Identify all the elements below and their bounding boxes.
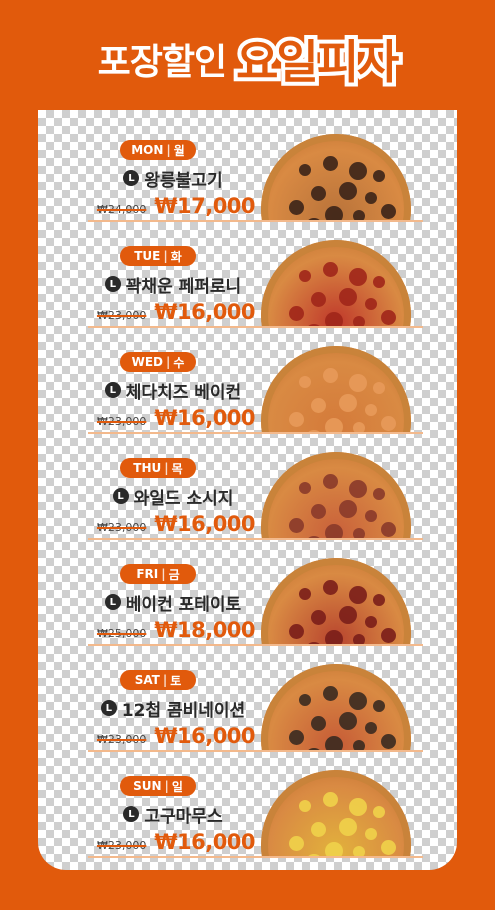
menu-item: TUE | 화 L 꽉채운 페퍼로니 ₩23,000 ₩16,000 (38, 228, 457, 328)
pizza-name: 와일드 소시지 (133, 488, 234, 509)
size-l-icon: L (123, 806, 140, 822)
day-badge: THU | 목 (120, 458, 196, 478)
menu-item: SAT | 토 L 12첩 콤비네이션 ₩23,000 ₩16,000 (38, 652, 457, 752)
old-price: ₩23,000 (96, 415, 147, 428)
day-separator: | (164, 461, 169, 475)
day-badge: SAT | 토 (120, 670, 196, 690)
day-badge: TUE | 화 (120, 246, 196, 266)
size-l-icon: L (104, 276, 121, 292)
pepperoni-pizza-icon (261, 240, 411, 328)
day-en: MON (131, 143, 164, 157)
day-ko: 수 (173, 355, 185, 370)
price-line: ₩23,000 ₩16,000 (86, 300, 266, 326)
new-price: ₩16,000 (154, 512, 256, 536)
row-divider (88, 538, 423, 540)
day-ko: 금 (168, 567, 180, 582)
day-separator: | (166, 143, 171, 157)
day-en: SAT (134, 673, 160, 687)
pizza-name-line: L 왕릉불고기 (88, 166, 258, 191)
pizza-name: 베이컨 포테이토 (125, 594, 242, 615)
price-line: ₩23,000 ₩16,000 (86, 830, 266, 856)
new-price: ₩16,000 (154, 300, 256, 324)
new-price: ₩16,000 (154, 406, 256, 430)
sausage-pizza-icon (261, 452, 411, 540)
new-price: ₩17,000 (154, 194, 256, 218)
old-price: ₩23,000 (96, 733, 147, 746)
day-badge: SUN | 일 (120, 776, 196, 796)
day-separator: | (164, 779, 169, 793)
price-line: ₩25,000 ₩18,000 (86, 618, 266, 644)
bulgogi-pizza-icon (261, 134, 411, 222)
size-l-icon: L (104, 382, 121, 398)
day-en: WED (131, 355, 163, 369)
price-line: ₩23,000 ₩16,000 (86, 512, 266, 538)
pizza-name: 12첩 콤비네이션 (121, 700, 246, 721)
old-price: ₩24,000 (96, 203, 147, 216)
day-separator: | (161, 567, 166, 581)
sweet-potato-pizza-icon (261, 770, 411, 858)
pizza-name-line: L 체다치즈 베이컨 (88, 378, 258, 403)
day-ko: 화 (170, 249, 182, 264)
size-l-icon: L (112, 488, 129, 504)
row-divider (88, 326, 423, 328)
price-line: ₩23,000 ₩16,000 (86, 406, 266, 432)
pizza-name: 꽉채운 페퍼로니 (125, 276, 242, 297)
day-separator: | (165, 355, 171, 369)
day-en: SUN (133, 779, 162, 793)
pizza-name-line: L 베이컨 포테이토 (88, 590, 258, 615)
price-line: ₩24,000 ₩17,000 (86, 194, 266, 220)
size-l-icon: L (104, 594, 121, 610)
day-en: FRI (136, 567, 159, 581)
menu-item: FRI | 금 L 베이컨 포테이토 ₩25,000 ₩18,000 (38, 546, 457, 646)
price-line: ₩23,000 ₩16,000 (86, 724, 266, 750)
menu-item: THU | 목 L 와일드 소시지 ₩23,000 ₩16,000 (38, 440, 457, 540)
day-badge: WED | 수 (120, 352, 196, 372)
pizza-name-line: L 와일드 소시지 (88, 484, 258, 509)
title-takeout-discount: 포장할인 (97, 42, 227, 83)
pizza-name: 왕릉불고기 (144, 170, 223, 191)
day-separator: | (162, 673, 168, 687)
menu-item: SUN | 일 L 고구마무스 ₩23,000 ₩16,000 (38, 758, 457, 858)
pizza-name-line: L 12첩 콤비네이션 (88, 696, 258, 721)
row-divider (88, 432, 423, 434)
row-divider (88, 644, 423, 646)
size-l-icon: L (100, 700, 117, 716)
day-en: THU (133, 461, 162, 475)
size-l-icon: L (123, 170, 140, 186)
title-day-pizza: 요일피자 (232, 31, 403, 93)
day-ko: 월 (173, 143, 185, 158)
new-price: ₩16,000 (154, 724, 256, 748)
row-divider (88, 856, 423, 858)
old-price: ₩23,000 (96, 521, 147, 534)
old-price: ₩25,000 (96, 627, 147, 640)
day-badge: FRI | 금 (120, 564, 196, 584)
bacon-pizza-icon (261, 346, 411, 434)
old-price: ₩23,000 (96, 839, 147, 852)
page-title: 포장할인 요일피자 (0, 24, 495, 94)
day-badge: MON | 월 (120, 140, 196, 160)
day-ko: 토 (170, 673, 182, 688)
pizza-name: 고구마무스 (144, 806, 223, 827)
old-price: ₩23,000 (96, 309, 147, 322)
pizza-name-line: L 고구마무스 (88, 802, 258, 827)
new-price: ₩16,000 (154, 830, 256, 854)
pizza-name: 체다치즈 베이컨 (125, 382, 242, 403)
day-separator: | (163, 249, 168, 263)
potato-pizza-icon (261, 558, 411, 646)
combination-pizza-icon (261, 664, 411, 752)
day-ko: 목 (171, 461, 183, 476)
menu-item: WED | 수 L 체다치즈 베이컨 ₩23,000 ₩16,000 (38, 334, 457, 434)
row-divider (88, 750, 423, 752)
new-price: ₩18,000 (154, 618, 256, 642)
pizza-name-line: L 꽉채운 페퍼로니 (88, 272, 258, 297)
day-ko: 일 (171, 779, 183, 794)
row-divider (88, 220, 423, 222)
day-en: TUE (134, 249, 161, 263)
menu-item: MON | 월 L 왕릉불고기 ₩24,000 ₩17,000 (38, 122, 457, 222)
